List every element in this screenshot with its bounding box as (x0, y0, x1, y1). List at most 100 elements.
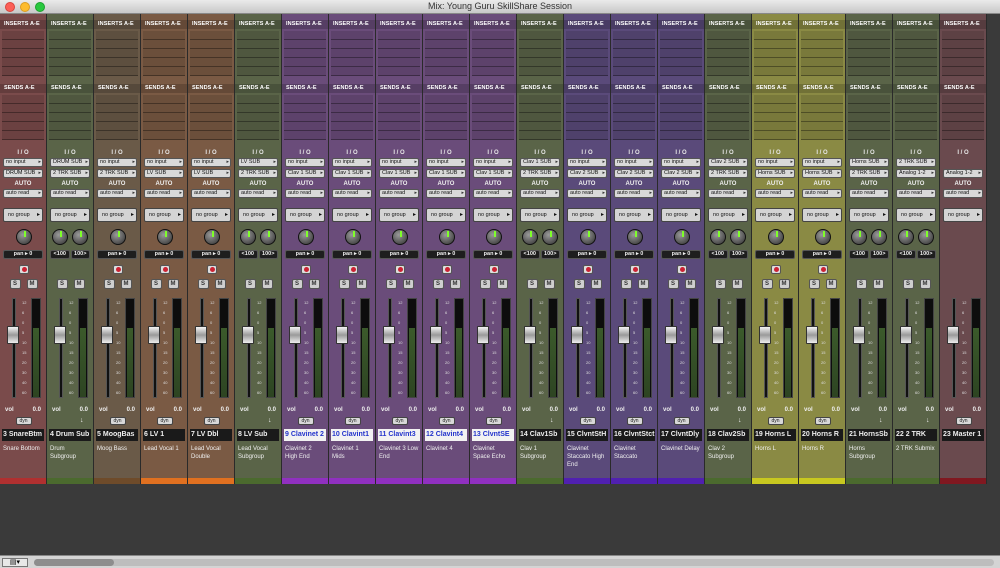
insert-slot[interactable] (190, 67, 232, 76)
send-slot[interactable] (707, 104, 749, 113)
insert-slot[interactable] (754, 58, 796, 67)
mute-button[interactable]: M (355, 279, 367, 289)
insert-slot[interactable] (613, 49, 655, 58)
insert-slot[interactable] (848, 31, 890, 40)
insert-slot[interactable] (660, 40, 702, 49)
output-selector[interactable]: Clav 2 SUB (567, 169, 607, 178)
insert-slot[interactable] (801, 40, 843, 49)
send-slot[interactable] (519, 95, 561, 104)
insert-slot[interactable] (613, 67, 655, 76)
automation-mode-selector[interactable]: auto read (50, 189, 90, 198)
group-selector[interactable]: no group (849, 208, 889, 222)
insert-slot[interactable] (566, 67, 608, 76)
pan-knob-left[interactable] (52, 229, 68, 245)
insert-slot[interactable] (472, 49, 514, 58)
send-slot[interactable] (801, 95, 843, 104)
send-slot[interactable] (754, 113, 796, 122)
horizontal-scrollbar[interactable] (34, 559, 994, 566)
volume-readout[interactable]: vol 0.0 (238, 406, 278, 414)
input-selector[interactable]: no input (473, 158, 513, 167)
insert-slot[interactable] (848, 67, 890, 76)
group-selector[interactable]: no group (191, 208, 231, 222)
volume-readout[interactable]: vol 0.0 (520, 406, 560, 414)
insert-slot[interactable] (613, 58, 655, 67)
solo-button[interactable]: S (56, 279, 68, 289)
send-slots[interactable] (660, 95, 702, 140)
insert-slot[interactable] (519, 58, 561, 67)
track-name[interactable]: 14 Clav1Sb (519, 429, 561, 441)
send-slot[interactable] (801, 131, 843, 140)
output-selector[interactable]: 2 TRK SUB (238, 169, 278, 178)
fader-cap[interactable] (665, 326, 677, 344)
fader-track[interactable] (811, 298, 815, 398)
insert-slot[interactable] (942, 58, 984, 67)
track-name[interactable]: 6 LV 1 (143, 429, 185, 441)
pan-readout[interactable]: pan ▸ 0 (473, 250, 513, 259)
insert-slot[interactable] (613, 31, 655, 40)
track-name[interactable]: 12 Clavint4 (425, 429, 467, 441)
track-name[interactable]: 19 Horns L (754, 429, 796, 441)
track-comments[interactable]: Lead Vocal 1 (142, 444, 186, 477)
volume-readout[interactable]: vol 0.0 (50, 406, 90, 414)
insert-slot[interactable] (895, 31, 937, 40)
input-selector[interactable]: no input (755, 158, 795, 167)
fader-track[interactable] (623, 298, 627, 398)
mute-button[interactable]: M (308, 279, 320, 289)
record-enable-button[interactable] (770, 265, 781, 274)
mute-button[interactable]: M (120, 279, 132, 289)
insert-slot[interactable] (2, 67, 44, 76)
mute-button[interactable]: M (778, 279, 790, 289)
send-slot[interactable] (284, 113, 326, 122)
record-enable-button[interactable] (18, 265, 29, 274)
send-slot[interactable] (96, 131, 138, 140)
output-selector[interactable]: 2 TRK SUB (50, 169, 90, 178)
pan-readout[interactable]: pan ▸ 0 (191, 250, 231, 259)
view-options-button[interactable]: ▤▾ (2, 558, 28, 567)
volume-readout[interactable]: vol 0.0 (379, 406, 419, 414)
send-slot[interactable] (425, 95, 467, 104)
send-slot[interactable] (472, 95, 514, 104)
send-slot[interactable] (472, 104, 514, 113)
input-selector[interactable]: DRUM SUB (50, 158, 90, 167)
send-slot[interactable] (2, 95, 44, 104)
insert-slot[interactable] (519, 40, 561, 49)
automation-mode-selector[interactable]: auto read (520, 189, 560, 198)
send-slots[interactable] (190, 95, 232, 140)
pan-readout[interactable]: pan ▸ 0 (755, 250, 795, 259)
solo-button[interactable]: S (855, 279, 867, 289)
insert-slot[interactable] (754, 40, 796, 49)
insert-slot[interactable] (895, 58, 937, 67)
send-slot[interactable] (566, 113, 608, 122)
output-selector[interactable]: Analog 1-2 (896, 169, 936, 178)
send-slot[interactable] (143, 122, 185, 131)
pan-knob-right[interactable] (260, 229, 276, 245)
pan-knob[interactable] (156, 229, 173, 245)
output-selector[interactable]: Clav 1 SUB (379, 169, 419, 178)
insert-slots[interactable] (519, 31, 561, 76)
pan-readout-left[interactable]: <100 (708, 250, 728, 259)
insert-slots[interactable] (378, 31, 420, 76)
track-comments[interactable]: Clav 2 Subgroup (706, 444, 750, 477)
mute-button[interactable]: M (167, 279, 179, 289)
track-name[interactable]: 22 2 TRK (895, 429, 937, 441)
automation-mode-selector[interactable]: auto read (755, 189, 795, 198)
input-selector[interactable]: LV SUB (238, 158, 278, 167)
group-selector[interactable]: no group (614, 208, 654, 222)
insert-slot[interactable] (190, 31, 232, 40)
insert-slot[interactable] (519, 49, 561, 58)
send-slot[interactable] (378, 104, 420, 113)
pan-readout[interactable]: pan ▸ 0 (285, 250, 325, 259)
insert-slot[interactable] (96, 58, 138, 67)
insert-slots[interactable] (613, 31, 655, 76)
mute-button[interactable]: M (496, 279, 508, 289)
pan-readout-right[interactable]: 100> (916, 250, 936, 259)
input-selector[interactable]: no input (332, 158, 372, 167)
send-slots[interactable] (848, 95, 890, 140)
group-selector[interactable]: no group (3, 208, 43, 222)
send-slot[interactable] (425, 122, 467, 131)
insert-slot[interactable] (143, 58, 185, 67)
record-enable-button[interactable] (347, 265, 358, 274)
insert-slot[interactable] (190, 40, 232, 49)
fader-track[interactable] (12, 298, 16, 398)
insert-slot[interactable] (425, 58, 467, 67)
